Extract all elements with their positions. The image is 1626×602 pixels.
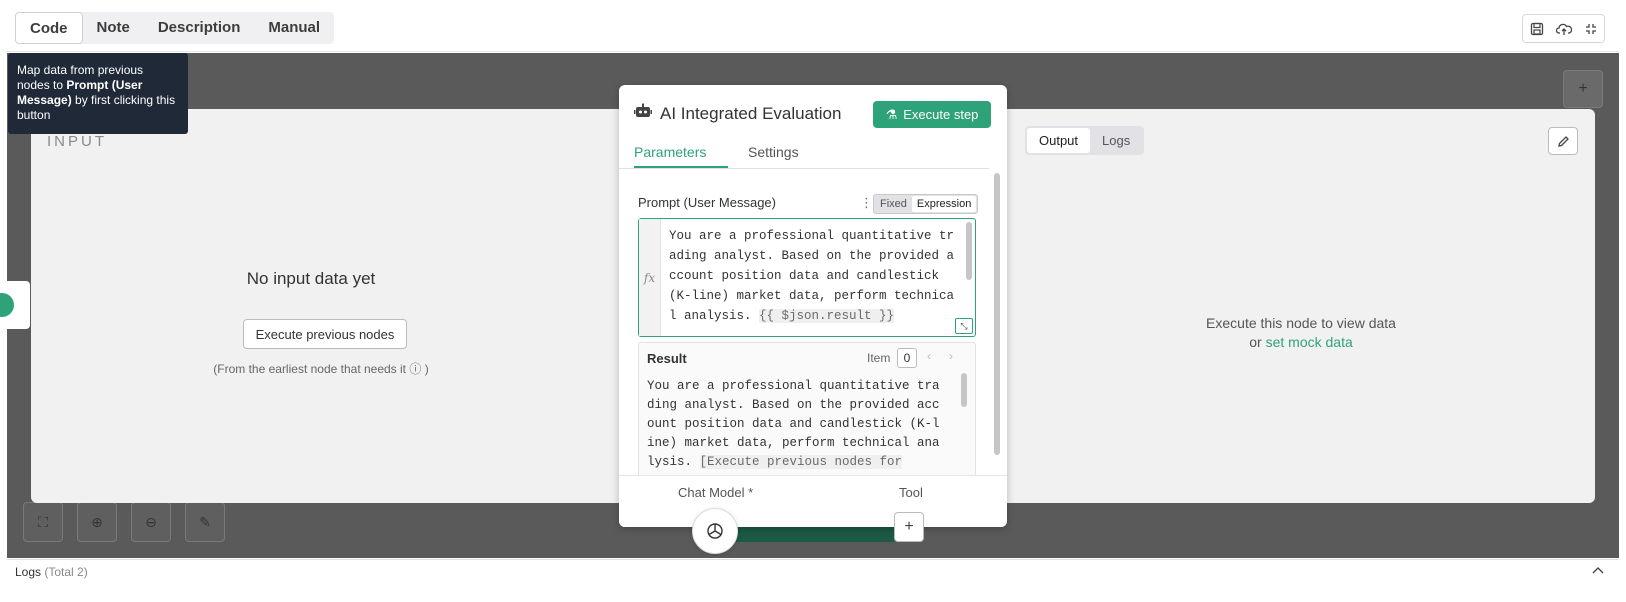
- canvas-toolbar: ⛶ ⊕ ⊖ ✎: [23, 502, 225, 542]
- logs-title: Logs: [15, 565, 42, 579]
- tab-parameters[interactable]: Parameters: [634, 144, 706, 160]
- tab-note[interactable]: Note: [83, 12, 144, 44]
- tidy-icon[interactable]: ✎: [185, 502, 225, 542]
- add-node-button[interactable]: +: [1563, 70, 1603, 108]
- result-preview: Result Item 0 ‹ › You are a professional…: [638, 342, 976, 482]
- prompt-editor[interactable]: fx You are a professional quantitative t…: [638, 218, 976, 337]
- node-title[interactable]: AI Integrated Evaluation: [660, 104, 841, 124]
- mapping-tooltip: Map data from previous nodes to Prompt (…: [8, 53, 188, 134]
- zoom-out-icon[interactable]: ⊖: [131, 502, 171, 542]
- chat-model-label: Chat Model *: [678, 485, 754, 500]
- set-mock-data-link[interactable]: set mock data: [1266, 334, 1353, 350]
- chevron-left-icon[interactable]: ‹: [927, 349, 931, 363]
- prompt-expression: {{ $json.result }}: [759, 309, 895, 323]
- earliest-node-note-text: (From the earliest node that needs it: [213, 362, 407, 376]
- execute-previous-nodes-button[interactable]: Execute previous nodes: [243, 319, 407, 349]
- item-index-input[interactable]: 0: [897, 348, 917, 368]
- result-scrollbar[interactable]: [961, 373, 967, 407]
- result-text: You are a professional quantitative trad…: [647, 377, 943, 472]
- output-empty-message: Execute this node to view data or set mo…: [1171, 314, 1431, 352]
- active-tab-indicator: [634, 166, 728, 168]
- expand-editor-icon[interactable]: ⤡: [955, 318, 973, 334]
- status-dot: [0, 293, 14, 317]
- scrollbar-thumb[interactable]: [994, 173, 1000, 455]
- more-options-icon[interactable]: ⋮: [860, 195, 873, 211]
- tab-manual[interactable]: Manual: [254, 12, 334, 44]
- tab-description[interactable]: Description: [144, 12, 255, 44]
- top-bar: Code Note Description Manual: [7, 7, 1619, 52]
- prompt-scrollbar[interactable]: [966, 222, 972, 280]
- mode-fixed[interactable]: Fixed: [875, 196, 912, 212]
- fx-icon: fx: [639, 219, 661, 336]
- openai-icon[interactable]: [692, 508, 738, 554]
- zoom-in-icon[interactable]: ⊕: [77, 502, 117, 542]
- node-tabs: Parameters Settings: [619, 139, 989, 169]
- add-tool-button[interactable]: +: [894, 512, 924, 542]
- earliest-node-note: (From the earliest node that needs it ⓘ …: [31, 360, 611, 377]
- tab-logs[interactable]: Logs: [1090, 128, 1142, 153]
- output-empty-line: Execute this node to view data: [1206, 315, 1396, 331]
- mode-expression[interactable]: Expression: [911, 196, 977, 212]
- tab-settings[interactable]: Settings: [748, 144, 799, 160]
- chevron-right-icon[interactable]: ›: [949, 349, 953, 363]
- logs-bar[interactable]: Logs (Total 2): [7, 559, 1619, 595]
- logs-label: Logs (Total 2): [15, 565, 88, 579]
- tool-label: Tool: [899, 485, 923, 500]
- output-empty-or: or: [1249, 334, 1266, 350]
- result-label: Result: [647, 351, 687, 366]
- side-handle[interactable]: [0, 281, 30, 329]
- fullscreen-icon[interactable]: [1577, 15, 1604, 42]
- item-label: Item: [867, 351, 891, 365]
- mode-toggle: Fixed Expression: [873, 194, 979, 214]
- fit-view-icon[interactable]: ⛶: [23, 502, 63, 542]
- no-input-title: No input data yet: [246, 269, 376, 288]
- execute-step-label: Execute step: [903, 107, 979, 122]
- top-icon-group: [1522, 14, 1605, 43]
- result-expression: [Execute previous nodes for: [699, 455, 903, 469]
- chevron-up-icon[interactable]: [1591, 562, 1605, 578]
- node-parameters-panel: AI Integrated Evaluation ⚗ Execute step …: [619, 85, 1007, 554]
- tab-code[interactable]: Code: [15, 12, 83, 44]
- cloud-upload-icon[interactable]: [1550, 15, 1577, 42]
- prompt-text[interactable]: You are a professional quantitative trad…: [669, 226, 959, 326]
- logs-total: (Total 2): [44, 565, 88, 579]
- save-icon[interactable]: [1523, 15, 1550, 42]
- execute-step-button[interactable]: ⚗ Execute step: [873, 101, 991, 128]
- help-icon[interactable]: ⓘ: [409, 362, 421, 376]
- robot-icon: [634, 103, 652, 124]
- tab-bar: Code Note Description Manual: [15, 12, 335, 44]
- output-tab-switch: Output Logs: [1025, 126, 1145, 155]
- flask-icon: ⚗: [885, 106, 898, 122]
- prompt-label: Prompt (User Message): [638, 195, 776, 210]
- tab-output[interactable]: Output: [1027, 128, 1091, 153]
- input-panel-title: INPUT: [47, 133, 107, 150]
- node-header: AI Integrated Evaluation: [634, 103, 841, 124]
- edit-output-button[interactable]: [1548, 127, 1578, 155]
- pencil-icon: [1557, 135, 1569, 147]
- node-connections: Chat Model * Tool +: [619, 475, 1007, 554]
- earliest-node-note-end: ): [424, 362, 429, 376]
- panel-scrollbar[interactable]: [992, 173, 1002, 455]
